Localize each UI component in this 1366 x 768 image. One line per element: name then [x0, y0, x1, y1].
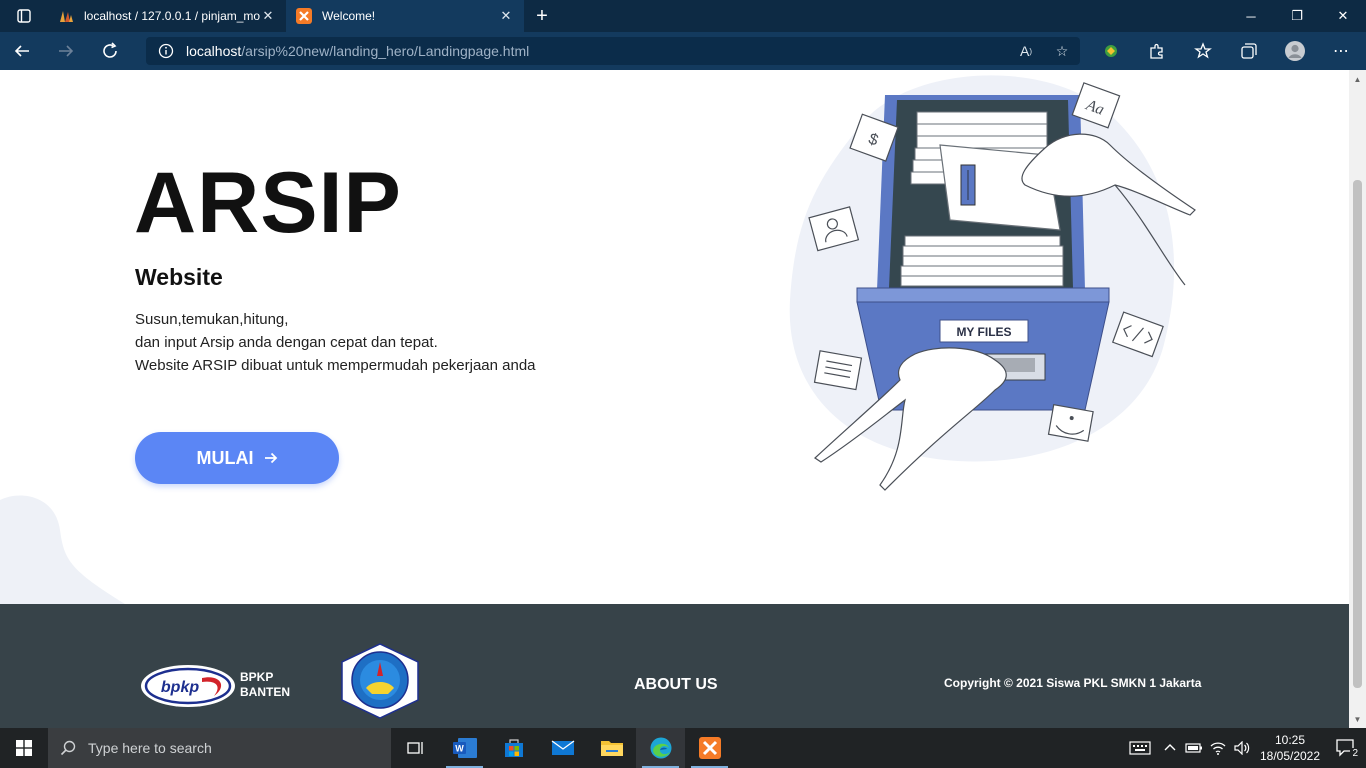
address-bar[interactable]: localhost/arsip%20new/landing_hero/Landi… [146, 37, 1080, 65]
profile-avatar[interactable] [1272, 32, 1318, 70]
forward-button[interactable] [44, 32, 88, 70]
minimize-button[interactable]: ─ [1228, 0, 1274, 32]
arrow-left-icon [14, 45, 29, 57]
window-controls: ─ ❐ ✕ [1228, 0, 1366, 32]
bpkp-name-line: BANTEN [240, 685, 290, 699]
hero-subtitle: Website [135, 264, 223, 290]
tab-actions-button[interactable] [0, 0, 48, 32]
search-icon [48, 740, 88, 756]
bpkp-name: BPKP BANTEN [240, 670, 290, 700]
description-line: dan input Arsip anda dengan cepat dan te… [135, 334, 438, 351]
taskbar-clock[interactable]: 10:25 18/05/2022 [1254, 732, 1326, 764]
site-info-icon[interactable] [146, 43, 186, 59]
landing-page: ARSIP Website Susun,temukan,hitung, dan … [0, 70, 1349, 728]
mail-icon [551, 740, 574, 755]
arrow-right-icon [264, 452, 277, 464]
taskbar-xampp[interactable] [685, 728, 734, 768]
back-button[interactable] [0, 32, 44, 70]
taskbar-word[interactable]: W [440, 728, 489, 768]
taskbar-edge[interactable] [636, 728, 685, 768]
scroll-down-icon[interactable]: ▼ [1349, 712, 1366, 726]
xampp-favicon-icon [296, 8, 312, 24]
extensions-puzzle-icon[interactable] [1134, 32, 1180, 70]
task-view-icon [406, 742, 423, 754]
notification-center-button[interactable]: 2 [1326, 739, 1366, 759]
edge-icon [650, 737, 671, 759]
phpmyadmin-favicon-icon [60, 11, 73, 22]
page-scrollbar[interactable]: ▲ ▼ [1349, 70, 1366, 728]
taskbar-mail[interactable] [538, 728, 587, 768]
keyboard-layout-icon[interactable] [1122, 741, 1158, 755]
favorites-icon[interactable] [1180, 32, 1226, 70]
store-icon [504, 739, 523, 757]
footer: bpkp BPKP BANTEN ABOUT US Copyright © 20… [0, 604, 1349, 728]
tab-welcome[interactable]: Welcome! ✕ [286, 0, 524, 32]
plus-icon: + [536, 4, 548, 27]
restore-button[interactable]: ❐ [1274, 0, 1320, 32]
tab-title: localhost / 127.0.0.1 / pinjam_mo [84, 9, 260, 23]
task-view-button[interactable] [391, 728, 440, 768]
wifi-icon[interactable] [1206, 741, 1230, 755]
system-tray: 10:25 18/05/2022 2 [1122, 732, 1366, 764]
chevron-up-icon[interactable] [1158, 742, 1182, 754]
start-button[interactable]: MULAI [135, 432, 339, 484]
tab-close-icon[interactable]: ✕ [260, 8, 276, 24]
url-path: /arsip%20new/landing_hero/Landingpage.ht… [241, 43, 530, 59]
word-icon: W [452, 738, 477, 758]
copyright-text: Copyright © 2021 Siswa PKL SMKN 1 Jakart… [944, 676, 1202, 690]
notification-count-badge: 2 [1350, 748, 1360, 759]
browser-toolbar: localhost/arsip%20new/landing_hero/Landi… [0, 32, 1366, 70]
file-cabinet-illustration: MY FILES Aa $ [789, 75, 1196, 491]
xampp-icon [698, 737, 721, 759]
bpkp-logo-text: bpkp [161, 679, 199, 696]
decorative-blob [0, 495, 125, 604]
svg-text:W: W [455, 744, 464, 754]
start-button-windows[interactable] [0, 728, 48, 768]
refresh-icon [103, 42, 117, 58]
taskbar-search-box[interactable]: Type here to search [48, 728, 391, 768]
windows-logo-icon [16, 740, 32, 756]
scrollbar-thumb[interactable] [1353, 180, 1362, 688]
folder-icon [600, 741, 623, 756]
taskbar-file-explorer[interactable] [587, 728, 636, 768]
school-seal-logo [341, 643, 419, 719]
volume-icon[interactable] [1230, 741, 1254, 755]
battery-icon[interactable] [1182, 743, 1206, 753]
hero-description: Susun,temukan,hitung, dan input Arsip an… [135, 308, 536, 377]
bpkp-logo: bpkp [141, 665, 235, 707]
browser-tab-bar: localhost / 127.0.0.1 / pinjam_mo ✕ Welc… [0, 0, 1366, 32]
drawer-label: MY FILES [956, 325, 1011, 339]
about-us-link[interactable]: ABOUT US [634, 676, 718, 694]
favorite-add-icon[interactable]: ☆ [1044, 43, 1080, 60]
clock-time: 10:25 [1274, 733, 1306, 747]
tab-title: Welcome! [322, 9, 376, 23]
tab-actions-icon [17, 9, 31, 23]
read-aloud-icon[interactable]: A) [1008, 43, 1044, 60]
refresh-button[interactable] [88, 32, 132, 70]
more-menu-icon[interactable]: ⋯ [1318, 32, 1364, 70]
search-placeholder: Type here to search [88, 740, 212, 756]
description-line: Website ARSIP dibuat untuk mempermudah p… [135, 357, 536, 374]
clock-date: 18/05/2022 [1259, 749, 1321, 763]
scroll-up-icon[interactable]: ▲ [1349, 72, 1366, 86]
extension-icon[interactable] [1088, 32, 1134, 70]
bpkp-name-line: BPKP [240, 670, 274, 684]
close-window-button[interactable]: ✕ [1320, 0, 1366, 32]
start-button-label: MULAI [196, 447, 254, 468]
tab-phpmyadmin[interactable]: localhost / 127.0.0.1 / pinjam_mo ✕ [48, 0, 286, 32]
taskbar-store[interactable] [489, 728, 538, 768]
windows-taskbar: Type here to search W 10:25 18/05/2022 2 [0, 728, 1366, 768]
arrow-right-icon [59, 45, 74, 57]
new-tab-button[interactable]: + [524, 0, 560, 32]
url-host: localhost [186, 43, 242, 59]
hero-title: ARSIP [134, 155, 402, 251]
tab-close-icon[interactable]: ✕ [498, 8, 514, 24]
description-line: Susun,temukan,hitung, [135, 311, 289, 328]
collections-icon[interactable] [1226, 32, 1272, 70]
